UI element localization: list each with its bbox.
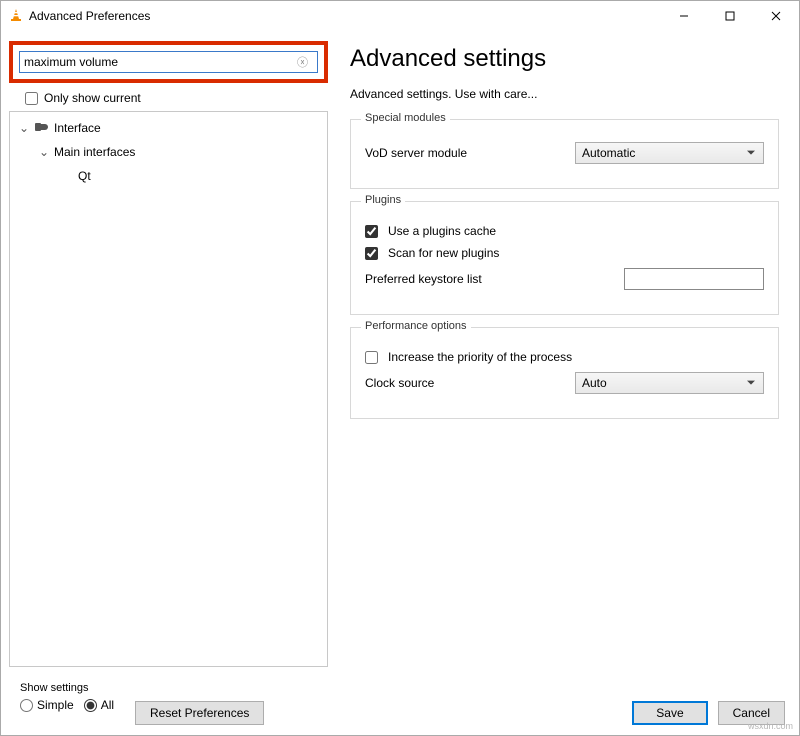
clock-value: Auto xyxy=(582,376,607,390)
search-input[interactable] xyxy=(19,51,318,73)
clock-source-label: Clock source xyxy=(365,376,565,390)
maximize-button[interactable] xyxy=(707,1,753,31)
show-settings-group: Show settings Simple All xyxy=(15,677,121,719)
keystore-input[interactable] xyxy=(624,268,764,290)
radio-all-input[interactable] xyxy=(84,699,97,712)
window-controls xyxy=(661,1,799,31)
radio-simple[interactable]: Simple xyxy=(20,698,74,712)
group-performance: Performance options Increase the priorit… xyxy=(350,327,779,419)
vod-value: Automatic xyxy=(582,146,635,160)
scan-new-plugins-checkbox[interactable] xyxy=(365,247,378,260)
radio-simple-label: Simple xyxy=(37,698,74,712)
tree-item-interface[interactable]: ⌄ Interface xyxy=(10,116,327,140)
save-button[interactable]: Save xyxy=(632,701,707,725)
radio-all-label: All xyxy=(101,698,114,712)
only-show-current-checkbox[interactable]: Only show current xyxy=(25,91,324,105)
only-show-current-label: Only show current xyxy=(44,91,141,105)
scan-new-plugins-label: Scan for new plugins xyxy=(388,246,499,260)
window-title: Advanced Preferences xyxy=(29,9,150,23)
tree-label: Qt xyxy=(78,169,91,183)
watermark: wsxdn.com xyxy=(748,721,793,731)
body: ⓧ Only show current ⌄ Interface ⌄ Main i… xyxy=(1,31,799,675)
tree-item-main-interfaces[interactable]: ⌄ Main interfaces xyxy=(10,140,327,164)
clear-search-icon[interactable]: ⓧ xyxy=(297,54,308,70)
vlc-icon xyxy=(9,8,23,25)
only-show-current-input[interactable] xyxy=(25,92,38,105)
group-title: Performance options xyxy=(361,320,471,332)
keystore-label: Preferred keystore list xyxy=(365,272,565,286)
chevron-down-icon[interactable]: ⌄ xyxy=(18,121,30,135)
use-plugins-cache-label: Use a plugins cache xyxy=(388,224,496,238)
radio-all[interactable]: All xyxy=(84,698,114,712)
minimize-button[interactable] xyxy=(661,1,707,31)
vod-label: VoD server module xyxy=(365,146,565,160)
use-plugins-cache-checkbox[interactable] xyxy=(365,225,378,238)
group-title: Plugins xyxy=(361,194,405,206)
left-panel: ⓧ Only show current ⌄ Interface ⌄ Main i… xyxy=(1,31,336,675)
reset-preferences-button[interactable]: Reset Preferences xyxy=(135,701,264,725)
radio-simple-input[interactable] xyxy=(20,699,33,712)
vod-server-select[interactable]: Automatic xyxy=(575,142,764,164)
close-button[interactable] xyxy=(753,1,799,31)
preferences-window: Advanced Preferences ⓧ Only show current… xyxy=(0,0,800,736)
clock-source-select[interactable]: Auto xyxy=(575,372,764,394)
footer: Show settings Simple All Reset Preferenc… xyxy=(1,675,799,735)
settings-tree[interactable]: ⌄ Interface ⌄ Main interfaces Qt xyxy=(9,111,328,667)
tree-label: Interface xyxy=(54,121,101,135)
increase-priority-checkbox[interactable] xyxy=(365,351,378,364)
increase-priority-label: Increase the priority of the process xyxy=(388,350,572,364)
right-panel: Advanced settings Advanced settings. Use… xyxy=(336,31,799,675)
search-highlight-box: ⓧ xyxy=(9,41,328,83)
chevron-down-icon[interactable]: ⌄ xyxy=(38,145,50,159)
group-plugins: Plugins Use a plugins cache Scan for new… xyxy=(350,201,779,315)
show-settings-label: Show settings xyxy=(20,682,114,694)
titlebar: Advanced Preferences xyxy=(1,1,799,31)
page-title: Advanced settings xyxy=(350,45,779,73)
group-title: Special modules xyxy=(361,112,450,124)
page-subtitle: Advanced settings. Use with care... xyxy=(350,87,779,101)
tree-label: Main interfaces xyxy=(54,145,135,159)
tree-item-qt[interactable]: Qt xyxy=(10,164,327,188)
interface-icon xyxy=(34,120,50,137)
group-special-modules: Special modules VoD server module Automa… xyxy=(350,119,779,189)
